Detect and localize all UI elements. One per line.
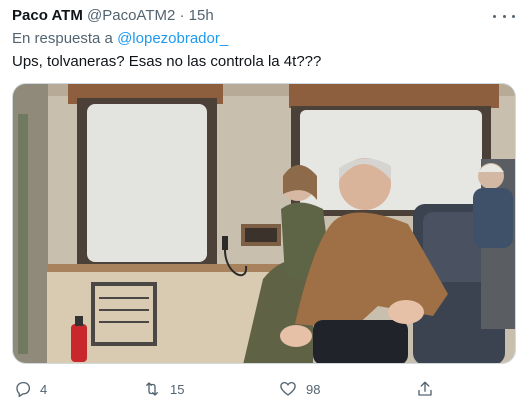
retweet-button[interactable]: 15 xyxy=(142,378,184,400)
tweet: Paco ATM @PacoATM2 · 15h En respuesta a … xyxy=(0,0,527,406)
author-name[interactable]: Paco ATM xyxy=(12,7,83,24)
author-handle[interactable]: @PacoATM2 xyxy=(87,7,175,24)
tweet-text: Ups, tolvaneras? Esas no las controla la… xyxy=(12,53,322,70)
tweet-actions: 4 15 98 xyxy=(0,378,527,400)
tweet-header: Paco ATM @PacoATM2 · 15h xyxy=(12,6,517,28)
like-button[interactable]: 98 xyxy=(278,378,320,400)
reply-context: En respuesta a @lopezobrador_ xyxy=(12,29,228,49)
separator-dot: · xyxy=(179,7,185,24)
heart-icon xyxy=(278,380,298,398)
reply-count: 4 xyxy=(40,381,48,397)
retweet-count: 15 xyxy=(170,381,185,397)
more-dot xyxy=(512,14,515,18)
tweet-photo[interactable] xyxy=(12,83,516,364)
reply-prefix: En respuesta a xyxy=(12,30,113,47)
reply-mention-link[interactable]: @lopezobrador_ xyxy=(117,30,228,47)
share-button[interactable] xyxy=(416,378,434,400)
retweet-icon xyxy=(142,380,162,398)
more-horizontal-icon[interactable] xyxy=(493,8,515,24)
share-icon xyxy=(416,380,434,398)
like-count: 98 xyxy=(306,381,321,397)
train-interior-photo xyxy=(13,84,515,363)
reply-icon xyxy=(14,380,32,398)
more-dot xyxy=(493,14,496,18)
tweet-time[interactable]: 15h xyxy=(189,7,214,24)
reply-button[interactable]: 4 xyxy=(14,378,47,400)
more-dot xyxy=(502,14,506,18)
